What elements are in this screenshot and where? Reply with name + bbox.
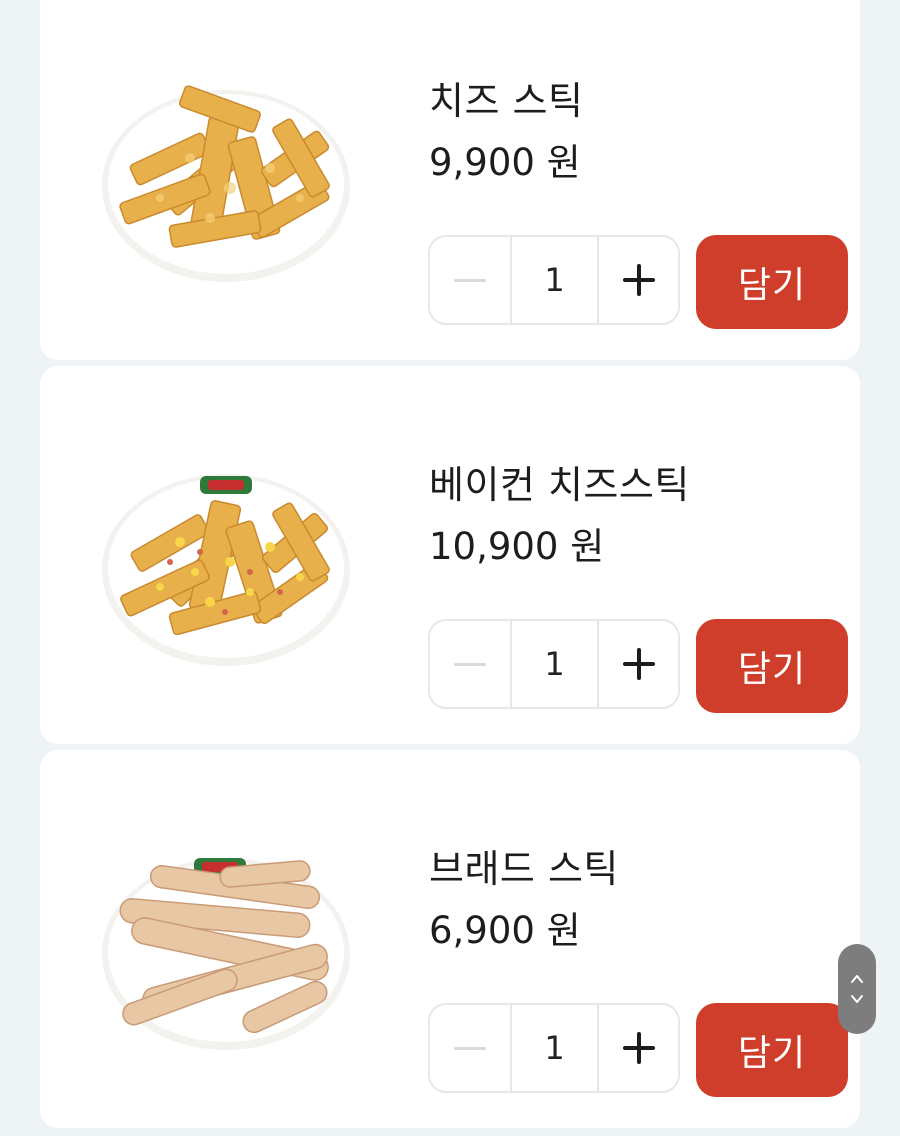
chevron-up-icon[interactable] [850, 972, 864, 986]
product-name: 치즈 스틱 [429, 79, 584, 123]
product-name: 베이컨 치즈스틱 [429, 463, 690, 507]
product-image [100, 78, 352, 284]
chevron-down-icon[interactable] [850, 992, 864, 1006]
decrease-button[interactable] [430, 1005, 512, 1091]
add-to-cart-button[interactable]: 담기 [696, 619, 848, 713]
product-name: 브래드 스틱 [429, 847, 619, 891]
product-image [100, 462, 352, 668]
quantity-value: 1 [512, 237, 599, 323]
minus-icon [454, 1046, 486, 1050]
quantity-stepper: 1 [428, 235, 680, 325]
quantity-stepper: 1 [428, 1003, 680, 1093]
product-card: 베이컨 치즈스틱 10,900 원 1 담기 [40, 366, 860, 744]
minus-icon [454, 278, 486, 282]
add-to-cart-button[interactable]: 담기 [696, 235, 848, 329]
quantity-value: 1 [512, 1005, 599, 1091]
product-list: 치즈 스틱 9,900 원 1 담기 베이컨 치즈스틱 10,900 원 1 담… [40, 0, 860, 1134]
plus-icon [622, 648, 655, 680]
scroll-control [838, 944, 876, 1034]
minus-icon [454, 662, 486, 666]
product-price: 10,900 원 [429, 525, 605, 568]
product-image [100, 846, 352, 1052]
product-card: 브래드 스틱 6,900 원 1 담기 [40, 750, 860, 1128]
product-price: 6,900 원 [429, 909, 581, 952]
decrease-button[interactable] [430, 621, 512, 707]
decrease-button[interactable] [430, 237, 512, 323]
quantity-value: 1 [512, 621, 599, 707]
quantity-stepper: 1 [428, 619, 680, 709]
plus-icon [622, 264, 655, 296]
plus-icon [622, 1032, 655, 1064]
product-card: 치즈 스틱 9,900 원 1 담기 [40, 0, 860, 360]
add-to-cart-button[interactable]: 담기 [696, 1003, 848, 1097]
increase-button[interactable] [599, 621, 678, 707]
increase-button[interactable] [599, 237, 678, 323]
product-price: 9,900 원 [429, 141, 581, 184]
increase-button[interactable] [599, 1005, 678, 1091]
